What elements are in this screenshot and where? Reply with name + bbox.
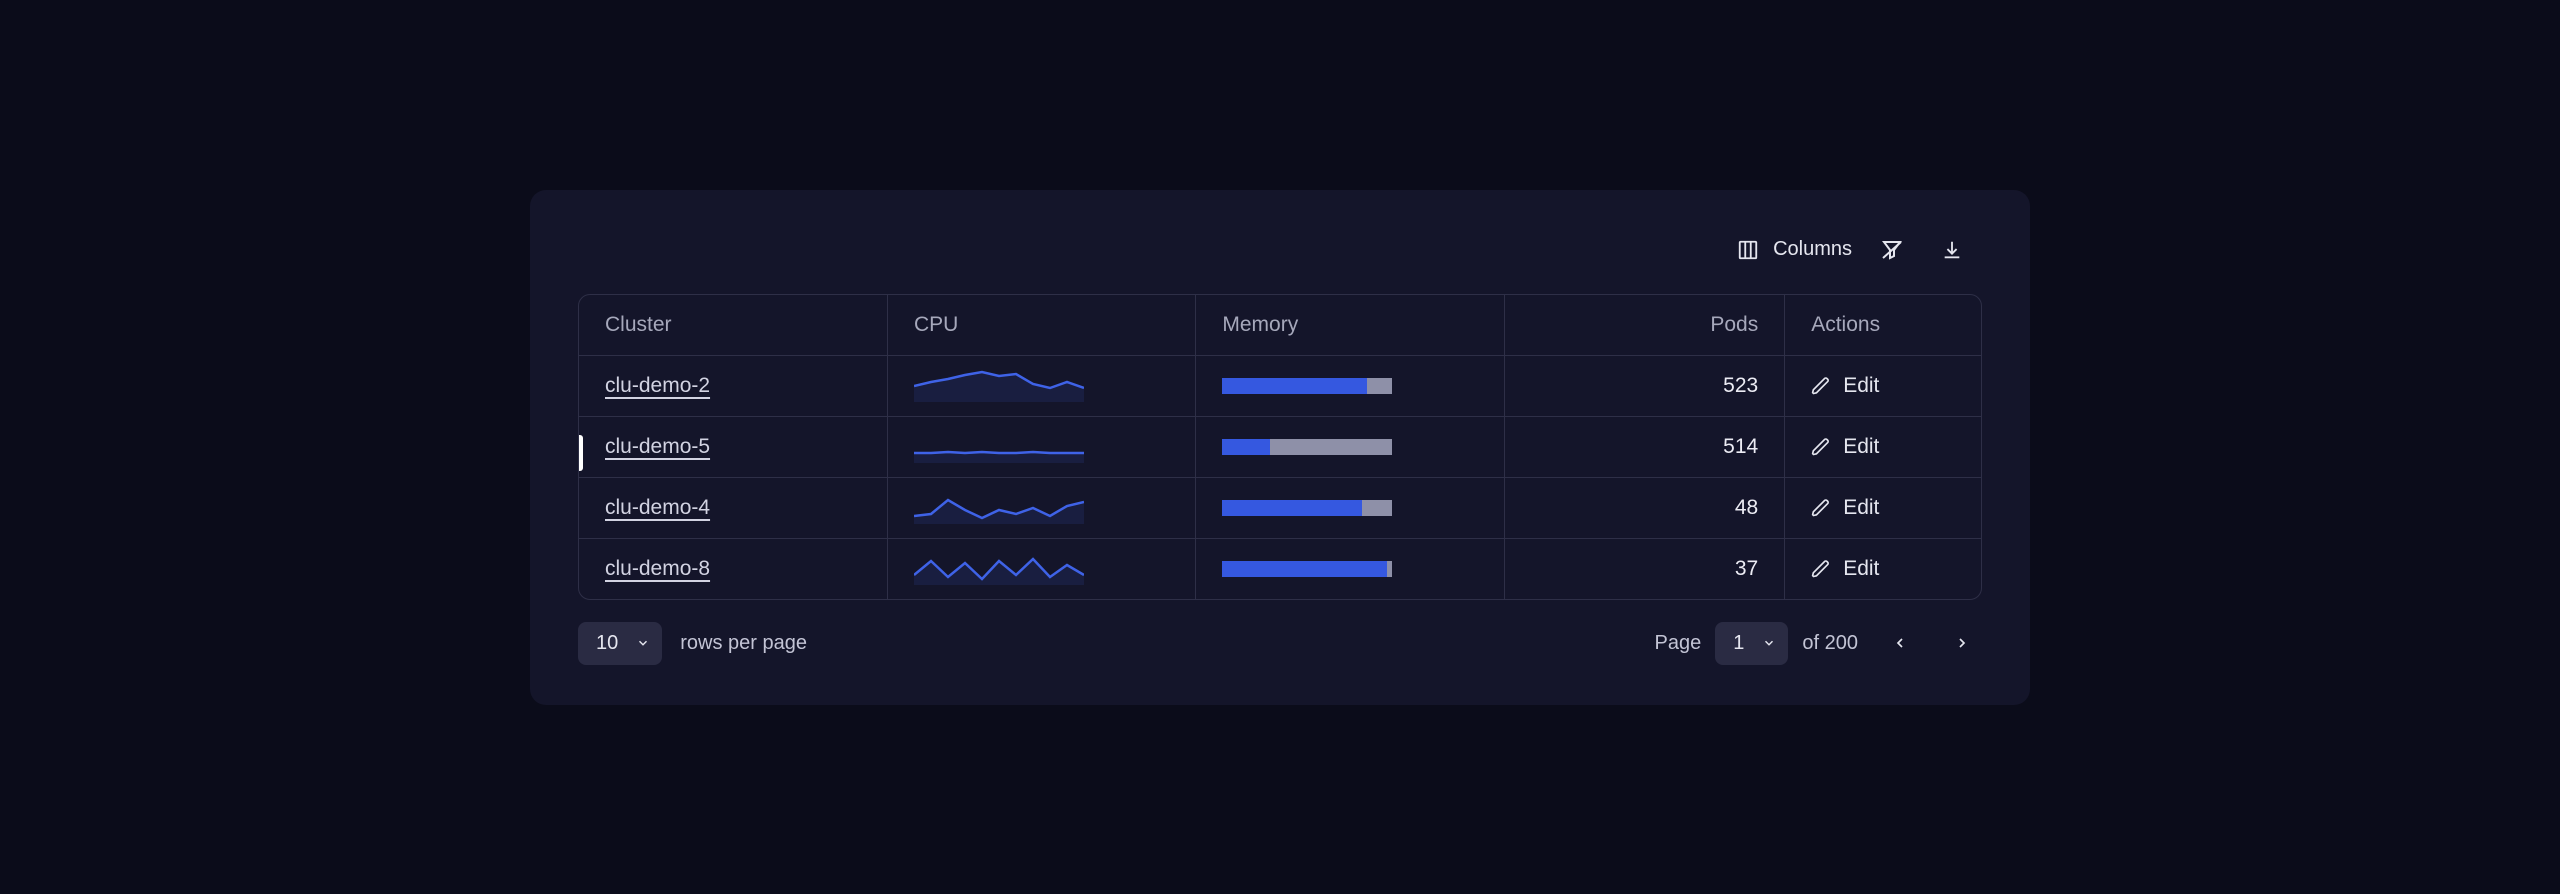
col-header-pods[interactable]: Pods — [1504, 295, 1784, 356]
download-icon — [1941, 239, 1963, 261]
pencil-icon — [1811, 437, 1831, 457]
prev-page-button[interactable] — [1880, 623, 1920, 663]
filter-button[interactable] — [1872, 230, 1912, 270]
filter-off-icon — [1880, 238, 1904, 262]
edit-button[interactable]: Edit — [1811, 557, 1955, 581]
col-header-actions: Actions — [1785, 295, 1981, 356]
pods-value: 523 — [1504, 355, 1784, 416]
page-label: Page — [1655, 632, 1702, 655]
cluster-table: Cluster CPU Memory Pods Actions clu-demo… — [578, 294, 1982, 600]
rows-per-page-label: rows per page — [680, 632, 807, 655]
chevron-right-icon — [1954, 635, 1970, 651]
rows-per-page-value: 10 — [596, 632, 618, 655]
page-total-label: of 200 — [1802, 632, 1858, 655]
cpu-sparkline — [914, 370, 1084, 402]
chevron-down-icon — [1762, 636, 1776, 650]
pods-value: 514 — [1504, 416, 1784, 477]
col-header-cluster[interactable]: Cluster — [579, 295, 887, 356]
memory-progress — [1222, 500, 1392, 516]
download-button[interactable] — [1932, 230, 1972, 270]
edit-label: Edit — [1843, 557, 1879, 581]
edit-label: Edit — [1843, 374, 1879, 398]
cluster-link[interactable]: clu-demo-5 — [605, 435, 710, 458]
cluster-link[interactable]: clu-demo-8 — [605, 557, 710, 580]
table-row: clu-demo-8 37 Edit — [579, 538, 1981, 599]
cluster-link[interactable]: clu-demo-2 — [605, 374, 710, 397]
edit-button[interactable]: Edit — [1811, 374, 1955, 398]
edit-label: Edit — [1843, 496, 1879, 520]
active-row-indicator — [578, 435, 583, 471]
cpu-sparkline — [914, 492, 1084, 524]
table-toolbar: Columns — [578, 230, 1982, 270]
chevron-down-icon — [636, 636, 650, 650]
edit-button[interactable]: Edit — [1811, 435, 1955, 459]
page-value: 1 — [1733, 632, 1744, 655]
columns-button[interactable]: Columns — [1737, 238, 1852, 261]
cluster-link[interactable]: clu-demo-4 — [605, 496, 710, 519]
edit-button[interactable]: Edit — [1811, 496, 1955, 520]
pods-value: 48 — [1504, 477, 1784, 538]
pencil-icon — [1811, 559, 1831, 579]
pods-value: 37 — [1504, 538, 1784, 599]
memory-progress — [1222, 561, 1392, 577]
col-header-memory[interactable]: Memory — [1196, 295, 1504, 356]
col-header-cpu[interactable]: CPU — [887, 295, 1195, 356]
columns-icon — [1737, 239, 1759, 261]
columns-label: Columns — [1773, 238, 1852, 261]
cpu-sparkline — [914, 553, 1084, 585]
edit-label: Edit — [1843, 435, 1879, 459]
cpu-sparkline — [914, 431, 1084, 463]
memory-progress — [1222, 439, 1392, 455]
table-row: clu-demo-5 514 Edit — [579, 416, 1981, 477]
chevron-left-icon — [1892, 635, 1908, 651]
next-page-button[interactable] — [1942, 623, 1982, 663]
data-table-panel: Columns Cluster — [530, 190, 2030, 705]
table-footer: 10 rows per page Page 1 of 200 — [578, 622, 1982, 665]
table-row: clu-demo-2 523 Edit — [579, 355, 1981, 416]
pencil-icon — [1811, 376, 1831, 396]
pencil-icon — [1811, 498, 1831, 518]
page-select[interactable]: 1 — [1715, 622, 1788, 665]
table-row: clu-demo-4 48 Edit — [579, 477, 1981, 538]
rows-per-page-select[interactable]: 10 — [578, 622, 662, 665]
memory-progress — [1222, 378, 1392, 394]
